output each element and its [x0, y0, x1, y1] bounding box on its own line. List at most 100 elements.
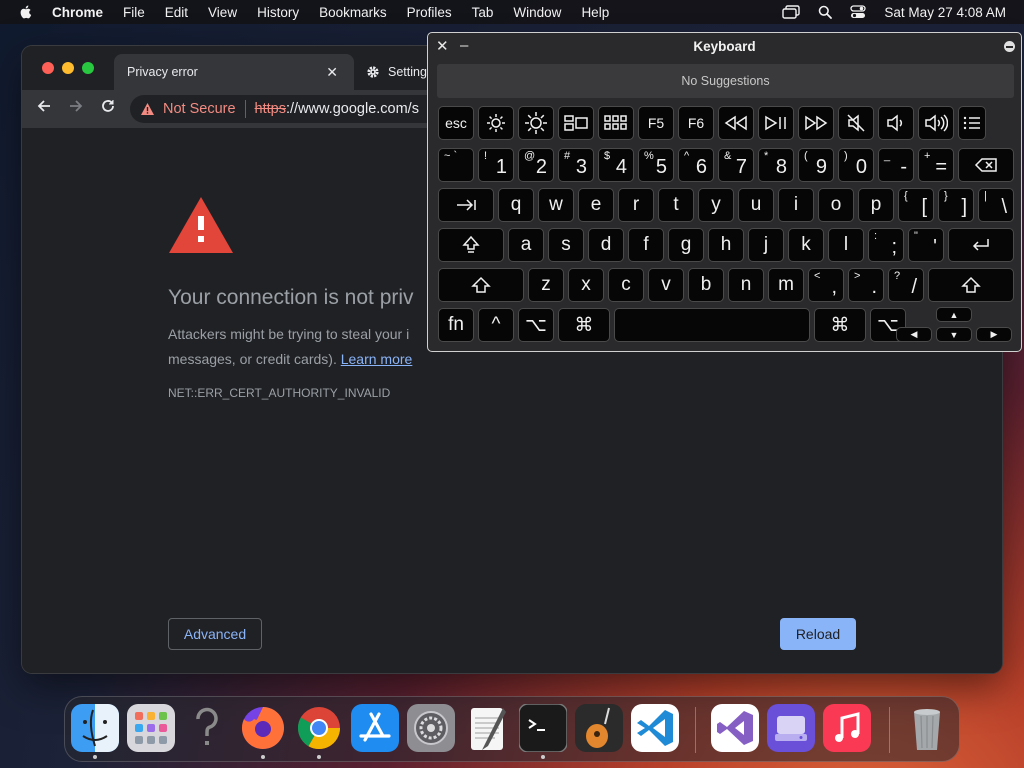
key-4[interactable]: $4	[598, 148, 634, 182]
key-c[interactable]: c	[608, 268, 644, 302]
menu-profiles[interactable]: Profiles	[407, 5, 452, 20]
dock-garageband-icon[interactable]	[575, 704, 623, 752]
key-t[interactable]: t	[658, 188, 694, 222]
key-k[interactable]: k	[788, 228, 824, 262]
spotlight-search-icon[interactable]	[818, 5, 833, 19]
key-command-left[interactable]: ⌘	[558, 308, 610, 342]
key-e[interactable]: e	[578, 188, 614, 222]
key-7[interactable]: & 7	[718, 148, 754, 182]
menu-clock[interactable]: Sat May 27 4:08 AM	[884, 5, 1006, 20]
key-semicolon[interactable]: :;	[868, 228, 904, 262]
key-caps-lock[interactable]	[438, 228, 504, 262]
menu-window[interactable]: Window	[513, 5, 561, 20]
key-backtick[interactable]: ~ `	[438, 148, 474, 182]
key-8[interactable]: * 8	[758, 148, 794, 182]
key-arrow-right[interactable]: ▶	[976, 327, 1012, 342]
key-h[interactable]: h	[708, 228, 744, 262]
reload-icon[interactable]	[100, 98, 116, 118]
key-1[interactable]: ! 1	[478, 148, 514, 182]
dock-trash-icon[interactable]	[903, 704, 951, 752]
dock-textedit-icon[interactable]	[463, 704, 511, 752]
dock-disk-utility-icon[interactable]	[767, 704, 815, 752]
dock-chrome-icon[interactable]	[295, 704, 343, 752]
dock-system-preferences-icon[interactable]	[407, 704, 455, 752]
key-x[interactable]: x	[568, 268, 604, 302]
key-quote[interactable]: " '	[908, 228, 944, 262]
dock-app-store-icon[interactable]	[351, 704, 399, 752]
key-f5[interactable]: F5	[638, 106, 674, 140]
key-mission-control[interactable]	[558, 106, 594, 140]
key-shift-right[interactable]	[928, 268, 1014, 302]
key-f[interactable]: f	[628, 228, 664, 262]
key-slash[interactable]: ? /	[888, 268, 924, 302]
key-9[interactable]: (9	[798, 148, 834, 182]
forward-arrow-icon[interactable]	[68, 98, 84, 118]
menu-bookmarks[interactable]: Bookmarks	[319, 5, 387, 20]
key-f6[interactable]: F6	[678, 106, 714, 140]
zoom-window-button[interactable]	[82, 62, 94, 74]
key-6[interactable]: ^ 6	[678, 148, 714, 182]
menu-view[interactable]: View	[208, 5, 237, 20]
key-backslash[interactable]: | \	[978, 188, 1014, 222]
key-mute[interactable]	[838, 106, 874, 140]
menu-edit[interactable]: Edit	[165, 5, 188, 20]
key-arrow-up[interactable]: ▲	[936, 307, 972, 322]
key-list[interactable]	[958, 106, 986, 140]
key-esc[interactable]: esc	[438, 106, 474, 140]
key-arrow-left[interactable]: ◀	[896, 327, 932, 342]
key-v[interactable]: v	[648, 268, 684, 302]
dock-finder-icon[interactable]	[71, 704, 119, 752]
key-s[interactable]: s	[548, 228, 584, 262]
menu-help[interactable]: Help	[581, 5, 609, 20]
key-2[interactable]: @2	[518, 148, 554, 182]
key-y[interactable]: y	[698, 188, 734, 222]
dock-launchpad-icon[interactable]	[127, 704, 175, 752]
key-n[interactable]: n	[728, 268, 764, 302]
dock-visual-studio-icon[interactable]	[711, 704, 759, 752]
key-m[interactable]: m	[768, 268, 804, 302]
apple-menu-icon[interactable]	[18, 4, 34, 20]
key-play-pause[interactable]	[758, 106, 794, 140]
back-arrow-icon[interactable]	[36, 98, 52, 118]
key-brightness-down[interactable]	[478, 106, 514, 140]
key-r[interactable]: r	[618, 188, 654, 222]
key-minus[interactable]: _ -	[878, 148, 914, 182]
key-left-bracket[interactable]: {[	[898, 188, 934, 222]
tab-close-icon[interactable]: ✕	[326, 64, 338, 81]
key-0[interactable]: ) 0	[838, 148, 874, 182]
key-d[interactable]: d	[588, 228, 624, 262]
key-launchpad[interactable]	[598, 106, 634, 140]
close-window-button[interactable]	[42, 62, 54, 74]
key-u[interactable]: u	[738, 188, 774, 222]
key-p[interactable]: p	[858, 188, 894, 222]
key-fn[interactable]: fn	[438, 308, 474, 342]
key-delete[interactable]	[958, 148, 1014, 182]
key-o[interactable]: o	[818, 188, 854, 222]
control-center-icon[interactable]	[850, 5, 867, 19]
dock-terminal-icon[interactable]	[519, 704, 567, 752]
key-5[interactable]: % 5	[638, 148, 674, 182]
key-tab[interactable]	[438, 188, 494, 222]
key-brightness-up[interactable]	[518, 106, 554, 140]
key-volume-up[interactable]	[918, 106, 954, 140]
key-shift-left[interactable]	[438, 268, 524, 302]
dock-music-icon[interactable]	[823, 704, 871, 752]
dock-help-icon[interactable]	[183, 704, 231, 752]
key-arrow-down[interactable]: ▼	[936, 327, 972, 342]
key-w[interactable]: w	[538, 188, 574, 222]
key-space[interactable]	[614, 308, 810, 342]
key-right-bracket[interactable]: }]	[938, 188, 974, 222]
key-q[interactable]: q	[498, 188, 534, 222]
key-z[interactable]: z	[528, 268, 564, 302]
tab-privacy-error[interactable]: Privacy error ✕	[114, 54, 354, 90]
key-j[interactable]: j	[748, 228, 784, 262]
minimize-window-button[interactable]	[62, 62, 74, 74]
key-period[interactable]: >.	[848, 268, 884, 302]
reload-button[interactable]: Reload	[780, 618, 856, 650]
key-volume-down[interactable]	[878, 106, 914, 140]
advanced-button[interactable]: Advanced	[168, 618, 262, 650]
tab-settings[interactable]: Setting	[366, 54, 427, 90]
key-command-right[interactable]: ⌘	[814, 308, 866, 342]
key-fast-forward[interactable]	[798, 106, 834, 140]
key-option-left[interactable]: ⌥	[518, 308, 554, 342]
